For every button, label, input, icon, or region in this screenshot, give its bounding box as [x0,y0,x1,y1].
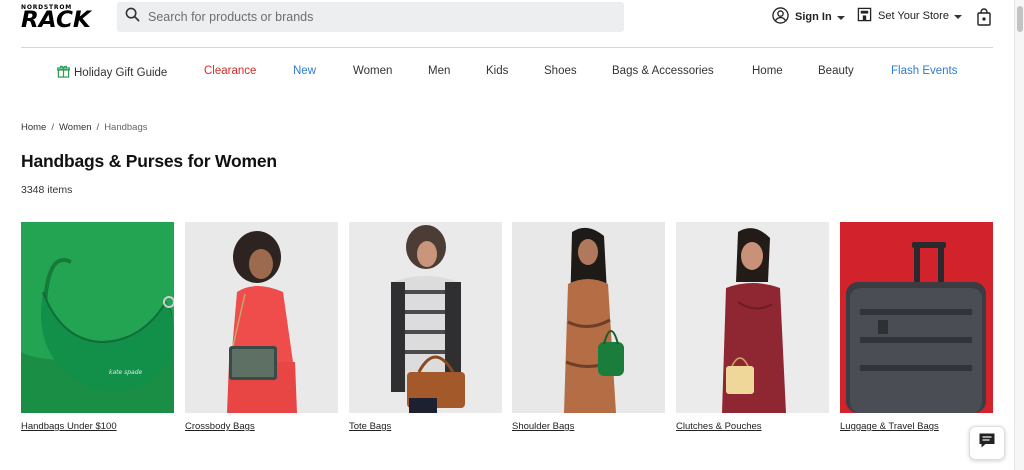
category-label[interactable]: Tote Bags [349,421,502,432]
nav-women[interactable]: Women [353,65,392,77]
shopping-bag-icon[interactable] [976,8,992,31]
category-image[interactable] [840,222,993,413]
search-input[interactable] [148,10,608,24]
category-tile-crossbody-bags[interactable]: Crossbody Bags [185,222,338,432]
category-label[interactable]: Crossbody Bags [185,421,338,432]
set-store-button[interactable]: Set Your Store [857,7,962,25]
sign-in-button[interactable]: Sign In [772,7,845,27]
category-image[interactable]: kate spade [21,222,174,413]
category-tile-shoulder-bags[interactable]: Shoulder Bags [512,222,665,432]
breadcrumb: Home / Women / Handbags [21,122,148,133]
nav-holiday-gift-guide[interactable]: Holiday Gift Guide [57,65,167,81]
store-icon [857,7,872,25]
search-icon[interactable] [125,7,140,27]
category-tile-tote-bags[interactable]: Tote Bags [349,222,502,432]
category-image[interactable] [349,222,502,413]
breadcrumb-separator: / [51,122,54,133]
category-image[interactable] [185,222,338,413]
category-label[interactable]: Shoulder Bags [512,421,665,432]
nav-clearance[interactable]: Clearance [204,65,256,77]
svg-text:kate spade: kate spade [109,369,143,376]
category-image[interactable] [676,222,829,413]
chat-button[interactable] [969,426,1005,460]
nav-kids[interactable]: Kids [486,65,508,77]
breadcrumb-separator: / [96,122,100,133]
nordstrom-rack-logo[interactable]: NORDSTROM RACK [21,4,103,32]
nav-home[interactable]: Home [752,65,783,77]
item-count: 3348 items [21,184,73,196]
category-tile-handbags-under-100[interactable]: kate spade Handbags Under $100 [21,222,174,432]
nav-men[interactable]: Men [428,65,450,77]
chat-icon [978,432,996,454]
logo-main-text: RACK [21,8,91,33]
breadcrumb-women[interactable]: Women [59,122,92,133]
chevron-down-icon [953,14,962,19]
nav-label: Holiday Gift Guide [74,67,168,79]
nav-beauty[interactable]: Beauty [818,65,854,77]
category-tile-clutches-pouches[interactable]: Clutches & Pouches [676,222,829,432]
breadcrumb-handbags: Handbags [104,122,148,133]
sign-in-label: Sign In [795,11,832,23]
breadcrumb-home[interactable]: Home [21,122,46,133]
category-label[interactable]: Clutches & Pouches [676,421,829,432]
nav-shoes[interactable]: Shoes [544,65,577,77]
scrollbar-thumb[interactable] [1017,6,1023,32]
category-tile-luggage-travel-bags[interactable]: Luggage & Travel Bags [840,222,993,432]
category-image[interactable] [512,222,665,413]
site-header: NORDSTROM RACK Sign In Set Your Store [0,0,1024,48]
page-title: Handbags & Purses for Women [21,151,277,171]
main-navigation: Holiday Gift Guide Clearance New Women M… [0,62,1014,82]
nav-flash-events[interactable]: Flash Events [891,65,957,77]
search-bar[interactable] [117,2,624,32]
gift-icon [57,65,70,81]
nav-bags-accessories[interactable]: Bags & Accessories [612,65,714,77]
page-scrollbar[interactable] [1014,0,1024,470]
header-divider [21,47,993,48]
set-store-label: Set Your Store [878,10,949,22]
category-label[interactable]: Handbags Under $100 [21,421,174,432]
user-icon [772,7,789,27]
nav-new[interactable]: New [293,65,316,77]
chevron-down-icon [836,15,845,20]
